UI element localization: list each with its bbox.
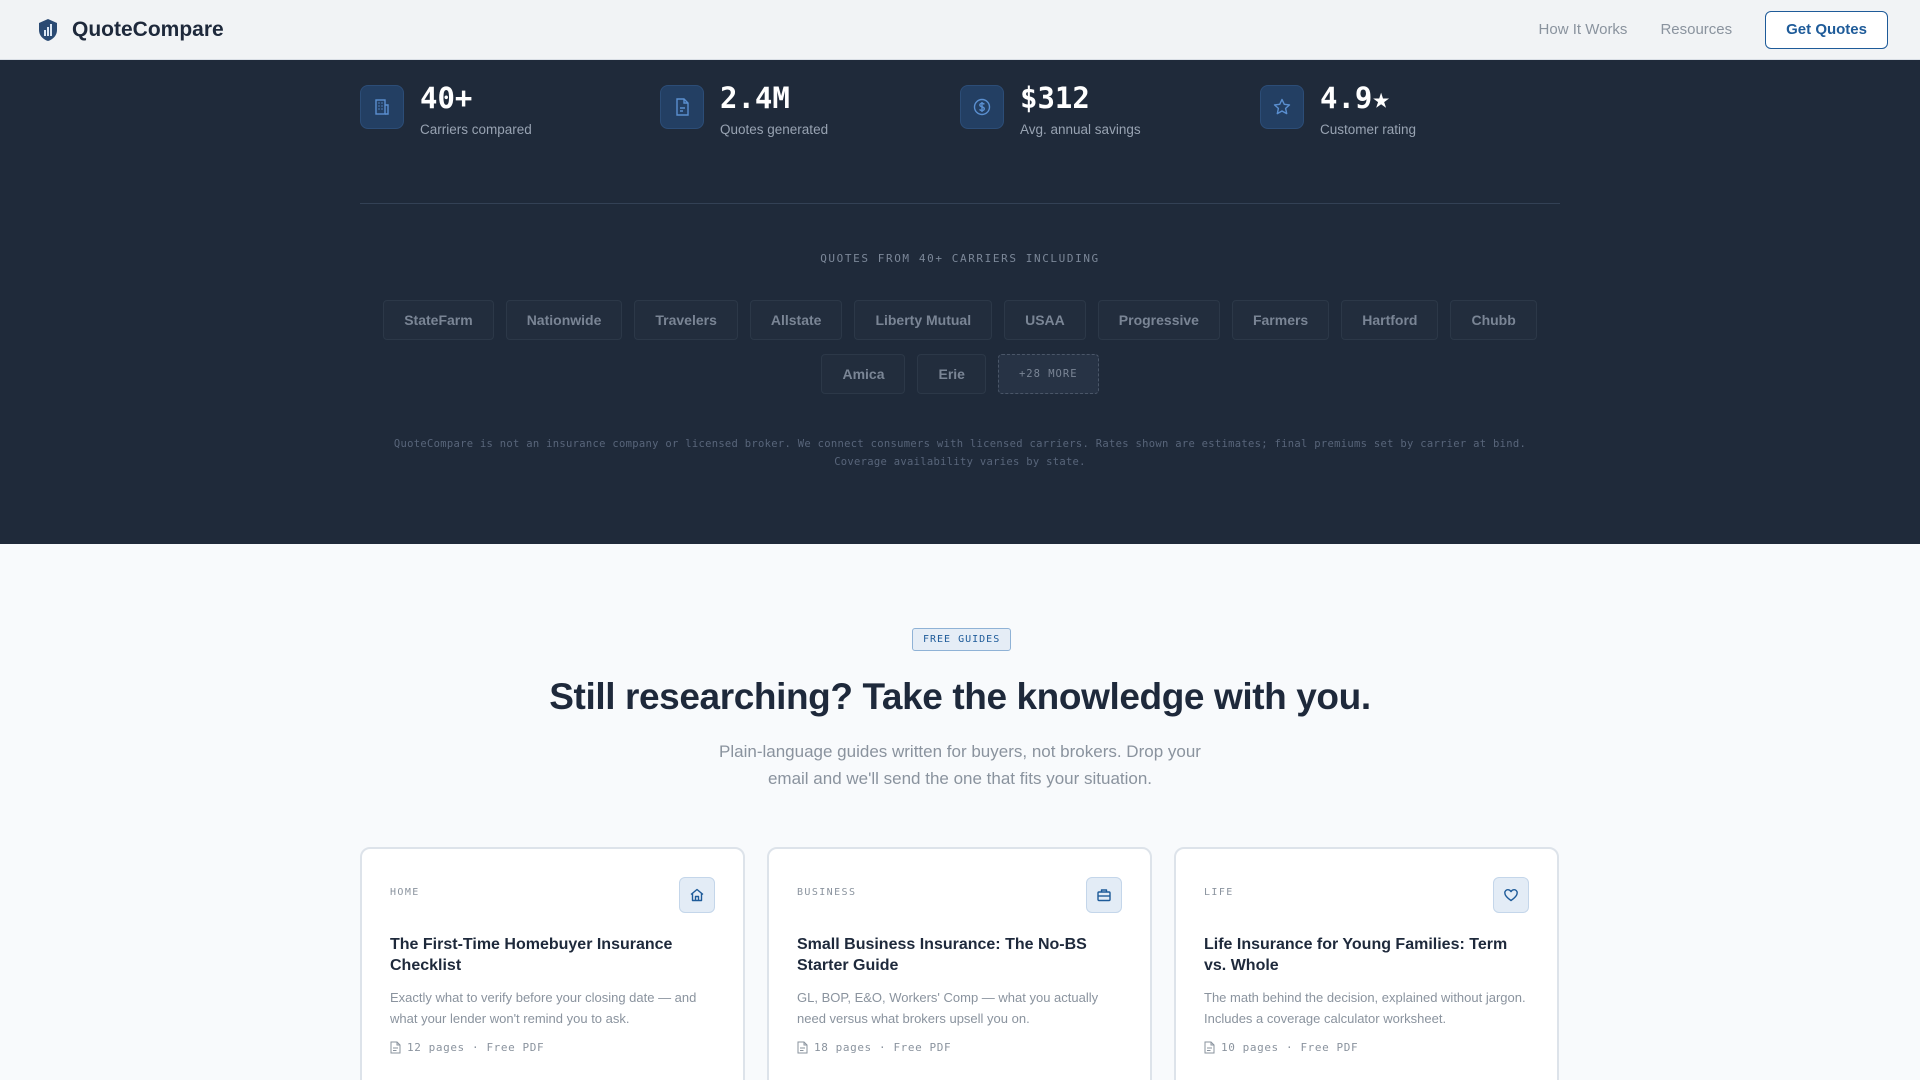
carrier-row: Amica Erie +28 MORE xyxy=(0,354,1920,394)
carrier-chip: USAA xyxy=(1004,300,1086,340)
brand-name: QuoteCompare xyxy=(72,17,224,41)
guide-card-home[interactable]: HOME The First-Time Homebuyer Insurance … xyxy=(360,847,745,1080)
building-icon xyxy=(360,85,404,129)
carrier-chip: StateFarm xyxy=(383,300,494,340)
stat-rating: 4.9★ Customer rating xyxy=(1260,82,1560,137)
nav-links: How It Works Resources Get Quotes xyxy=(1539,10,1888,49)
carrier-chip: Liberty Mutual xyxy=(854,300,993,340)
carrier-chip: Amica xyxy=(821,354,906,394)
card-title: Small Business Insurance: The No-BS Star… xyxy=(797,936,1087,974)
stats-carriers-section: 40+ Carriers compared 2.4M Quotes genera… xyxy=(0,60,1920,544)
get-quotes-button[interactable]: Get Quotes xyxy=(1765,10,1888,49)
briefcase-icon xyxy=(1086,877,1122,913)
carrier-chip: Progressive xyxy=(1097,300,1220,340)
guides-headline: Still researching? Take the knowledge wi… xyxy=(549,676,1371,717)
carrier-chip: Chubb xyxy=(1450,300,1537,340)
carrier-chip: Erie xyxy=(917,354,986,394)
card-meta-text: 18 pages · Free PDF xyxy=(814,1041,952,1054)
home-icon xyxy=(679,877,715,913)
card-description: The math behind the decision, explained … xyxy=(1204,990,1526,1026)
carrier-chip: Nationwide xyxy=(505,300,623,340)
carrier-chip: Allstate xyxy=(749,300,843,340)
stat-value: 40+ xyxy=(420,81,473,115)
stat-label: Avg. annual savings xyxy=(1020,122,1141,137)
carrier-chip: Travelers xyxy=(634,300,738,340)
top-nav: QuoteCompare How It Works Resources Get … xyxy=(0,0,1920,60)
more-carriers-chip[interactable]: +28 MORE xyxy=(997,354,1099,394)
stat-quotes: 2.4M Quotes generated xyxy=(660,82,960,137)
file-icon xyxy=(1204,1041,1215,1054)
card-meta: 12 pages · Free PDF xyxy=(390,1041,715,1054)
nav-link-how-it-works[interactable]: How It Works xyxy=(1539,21,1628,38)
card-description: GL, BOP, E&O, Workers' Comp — what you a… xyxy=(797,990,1099,1026)
guide-card-life[interactable]: LIFE Life Insurance for Young Families: … xyxy=(1174,847,1559,1080)
stat-label: Quotes generated xyxy=(720,122,829,137)
file-icon xyxy=(797,1041,808,1054)
disclaimer: QuoteCompare is not an insurance company… xyxy=(393,438,1527,468)
card-meta: 18 pages · Free PDF xyxy=(797,1041,1122,1054)
guide-card-business[interactable]: BUSINESS Small Business Insurance: The N… xyxy=(767,847,1152,1080)
heart-icon xyxy=(1493,877,1529,913)
stat-label: Carriers compared xyxy=(420,122,532,137)
document-icon xyxy=(660,85,704,129)
stat-value: $312 xyxy=(1020,81,1090,115)
dollar-icon xyxy=(960,85,1004,129)
guides-subhead: Plain-language guides written for buyers… xyxy=(719,742,1201,788)
carriers-heading: QUOTES FROM 40+ CARRIERS INCLUDING xyxy=(820,252,1100,265)
card-category: HOME xyxy=(390,887,420,898)
file-icon xyxy=(390,1041,401,1054)
carrier-chip: Hartford xyxy=(1341,300,1439,340)
section-divider xyxy=(360,203,1560,204)
card-meta: 10 pages · Free PDF xyxy=(1204,1041,1529,1054)
stats-row: 40+ Carriers compared 2.4M Quotes genera… xyxy=(360,82,1560,137)
logo[interactable]: QuoteCompare xyxy=(36,18,224,42)
star-icon xyxy=(1260,85,1304,129)
nav-link-resources[interactable]: Resources xyxy=(1660,21,1732,38)
card-meta-text: 10 pages · Free PDF xyxy=(1221,1041,1359,1054)
card-description: Exactly what to verify before your closi… xyxy=(390,990,697,1026)
stat-label: Customer rating xyxy=(1320,122,1417,137)
card-category: BUSINESS xyxy=(797,887,857,898)
shield-logo-icon xyxy=(36,18,60,42)
carrier-chip: Farmers xyxy=(1231,300,1330,340)
carrier-row: StateFarm Nationwide Travelers Allstate … xyxy=(0,300,1920,340)
card-meta-text: 12 pages · Free PDF xyxy=(407,1041,545,1054)
card-title: The First-Time Homebuyer Insurance Check… xyxy=(390,936,673,974)
stat-value: 4.9★ xyxy=(1320,81,1390,115)
stat-carriers: 40+ Carriers compared xyxy=(360,82,660,137)
stat-savings: $312 Avg. annual savings xyxy=(960,82,1260,137)
card-title: Life Insurance for Young Families: Term … xyxy=(1204,936,1508,974)
card-category: LIFE xyxy=(1204,887,1234,898)
stat-value: 2.4M xyxy=(720,81,790,115)
guide-cards: HOME The First-Time Homebuyer Insurance … xyxy=(360,847,1560,1080)
free-guides-badge: FREE GUIDES xyxy=(912,628,1012,651)
